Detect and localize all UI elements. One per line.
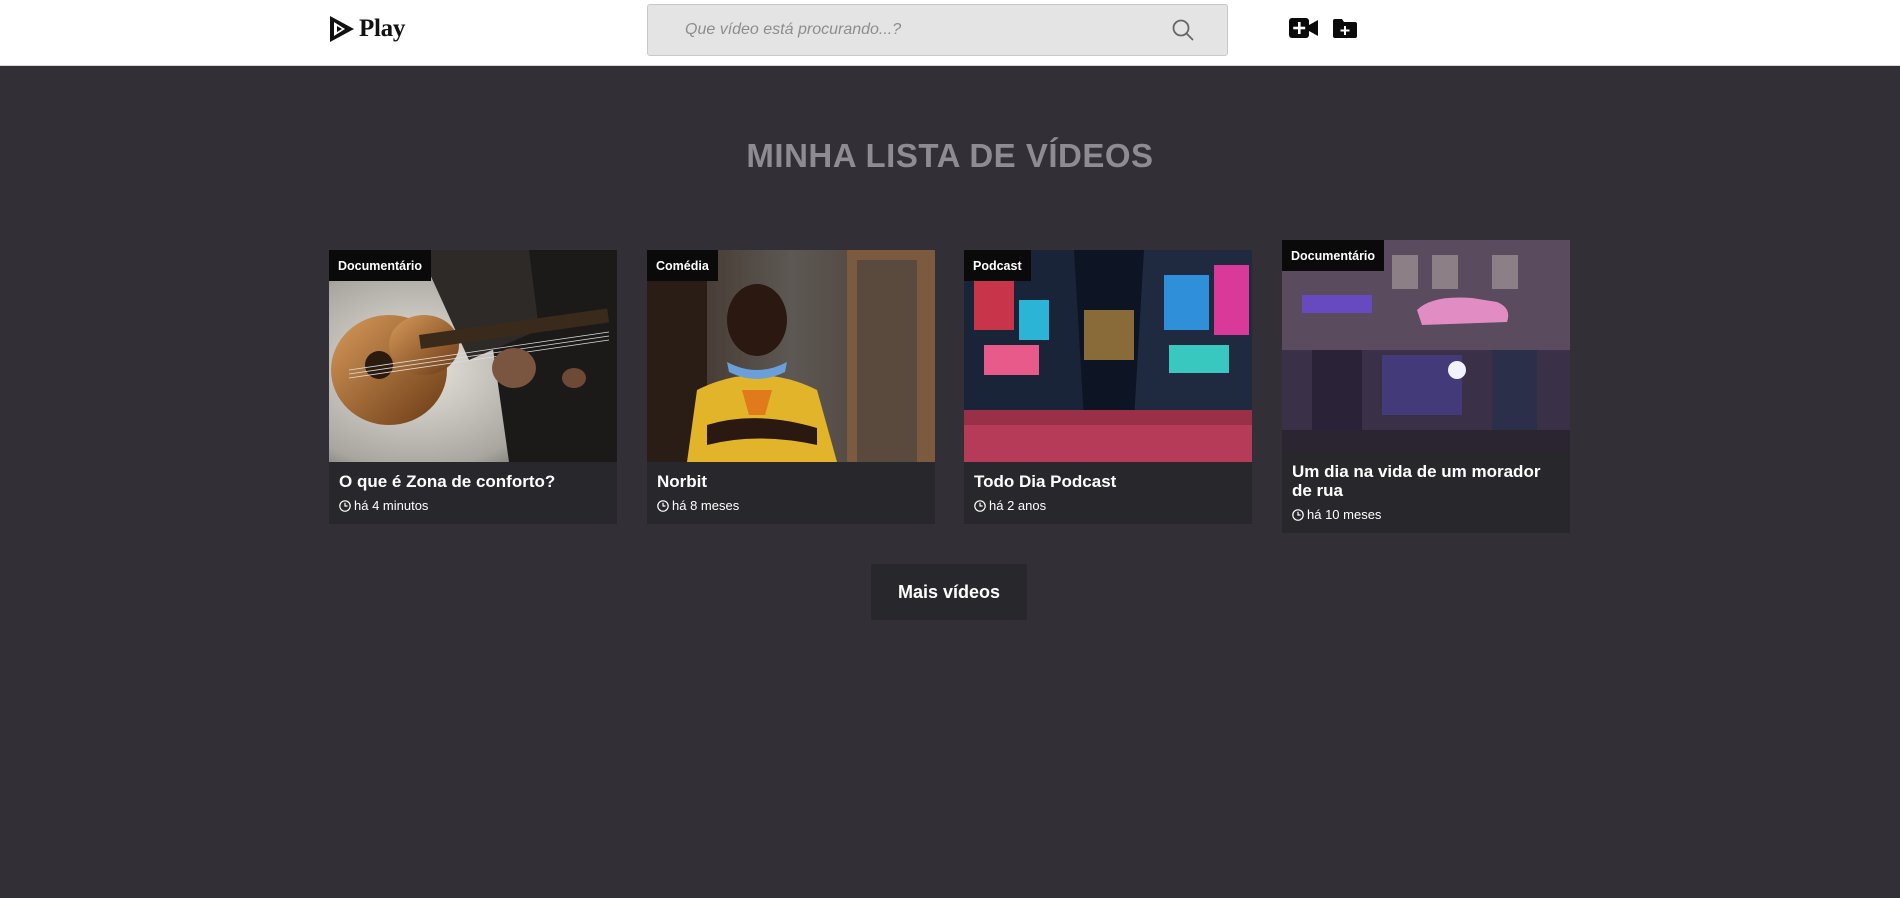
category-badge: Documentário — [1282, 240, 1385, 271]
search-input[interactable] — [648, 5, 1171, 55]
video-title[interactable]: O que é Zona de conforto? — [339, 472, 607, 491]
video-thumbnail[interactable]: Comédia — [647, 250, 935, 462]
search-icon[interactable] — [1171, 18, 1195, 42]
add-video-icon[interactable] — [1289, 17, 1319, 39]
video-info: O que é Zona de conforto? há 4 minutos — [329, 462, 617, 524]
category-badge: Comédia — [647, 250, 718, 281]
video-title[interactable]: Um dia na vida de um morador de rua — [1292, 462, 1560, 500]
video-thumbnail[interactable]: Podcast — [964, 250, 1252, 462]
video-card[interactable]: Podcast Todo Dia Podcast há 2 anos — [964, 250, 1252, 524]
video-info: Um dia na vida de um morador de rua há 1… — [1282, 452, 1570, 533]
category-badge: Podcast — [964, 250, 1031, 281]
video-thumbnail[interactable]: Documentário — [329, 250, 617, 462]
video-info: Todo Dia Podcast há 2 anos — [964, 462, 1252, 524]
video-time: há 10 meses — [1292, 507, 1560, 522]
video-time: há 2 anos — [974, 498, 1242, 513]
more-videos-button[interactable]: Mais vídeos — [871, 564, 1027, 620]
clock-icon — [657, 499, 669, 512]
video-title[interactable]: Norbit — [657, 472, 925, 491]
add-folder-icon[interactable] — [1333, 19, 1357, 38]
logo-text: Play — [359, 15, 406, 42]
video-time-text: há 4 minutos — [354, 498, 429, 513]
play-logo-icon — [329, 15, 355, 43]
video-time: há 8 meses — [657, 498, 925, 513]
video-card[interactable]: Documentário Um dia na vida de um morado… — [1282, 240, 1570, 533]
video-info: Norbit há 8 meses — [647, 462, 935, 524]
video-card[interactable]: Documentário O que é Zona de conforto? h… — [329, 250, 617, 524]
page-title: MINHA LISTA DE VÍDEOS — [746, 137, 1154, 174]
logo[interactable]: Play — [329, 15, 405, 43]
video-time: há 4 minutos — [339, 498, 607, 513]
search-bar — [647, 4, 1228, 56]
clock-icon — [339, 499, 351, 512]
video-thumbnail[interactable]: Documentário — [1282, 240, 1570, 452]
video-time-text: há 8 meses — [672, 498, 740, 513]
top-header: Play — [0, 0, 1900, 66]
video-time-text: há 10 meses — [1307, 507, 1382, 522]
video-time-text: há 2 anos — [989, 498, 1047, 513]
clock-icon — [1292, 508, 1304, 521]
category-badge: Documentário — [329, 250, 432, 281]
video-title[interactable]: Todo Dia Podcast — [974, 472, 1242, 491]
video-card[interactable]: Comédia Norbit há 8 meses — [647, 250, 935, 524]
clock-icon — [974, 499, 986, 512]
